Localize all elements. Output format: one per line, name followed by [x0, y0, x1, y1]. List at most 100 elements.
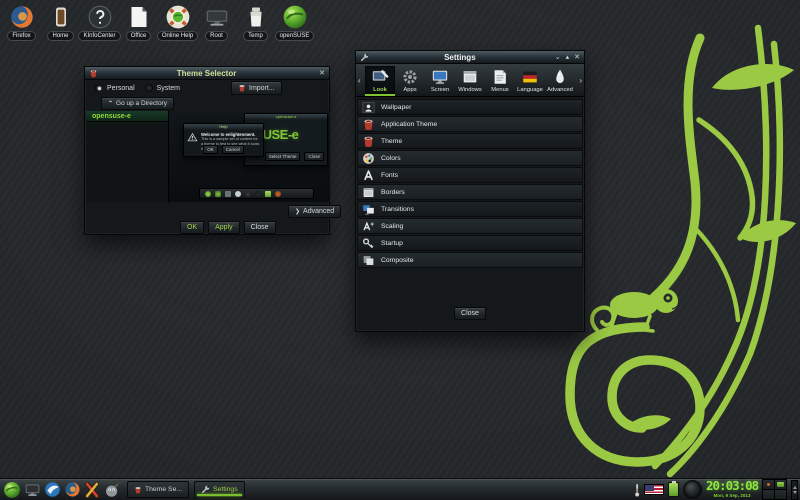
desktop-icon-label: Office: [125, 31, 152, 41]
settings-item-startup[interactable]: Startup: [357, 235, 583, 251]
tab-apps[interactable]: Apps: [395, 66, 425, 96]
keyboard-layout-flag-icon[interactable]: [644, 484, 664, 495]
close-icon[interactable]: ✕: [319, 70, 325, 77]
tab-label: Look: [373, 87, 387, 93]
gimp-launcher-icon[interactable]: [103, 481, 121, 499]
desktop-icon-kinfocenter[interactable]: KInfoCenter: [78, 3, 121, 41]
preview-window-title: opensuse-e: [245, 114, 327, 120]
desktop-pager[interactable]: [762, 479, 787, 500]
battery-icon[interactable]: [668, 481, 679, 497]
tab-language[interactable]: Language: [515, 66, 545, 96]
preview-dialog: Help Welcome to enlightenment. This is a…: [183, 123, 264, 157]
x-window-launcher-icon[interactable]: [83, 481, 101, 499]
scaling-icon: [362, 220, 375, 233]
tab-advanced[interactable]: Advanced: [545, 66, 575, 96]
settings-item-wallpaper[interactable]: Wallpaper: [357, 99, 583, 115]
paint-bucket-icon: [362, 118, 375, 131]
settings-item-label: Transitions: [381, 205, 414, 213]
desktop-icon-home[interactable]: Home: [41, 3, 80, 41]
scroll-left-icon[interactable]: ‹: [358, 76, 361, 85]
mail-launcher-icon[interactable]: [43, 481, 61, 499]
clock[interactable]: 20:03:08 Mon, 9 Sep, 2013: [706, 480, 759, 498]
scroll-right-icon[interactable]: ›: [579, 76, 582, 85]
preview-ok-button[interactable]: OK: [203, 145, 218, 154]
radio-personal[interactable]: [95, 84, 103, 92]
desktop-icon-label: Temp: [243, 31, 268, 41]
taskbar: Theme Se... Settings 20:03:08 Mon, 9 Sep…: [0, 478, 800, 500]
tab-screen[interactable]: Screen: [425, 66, 455, 96]
volume-knob-icon[interactable]: [683, 480, 702, 499]
desktop-icon-firefox[interactable]: Firefox: [2, 3, 41, 41]
desktop-icon-label: Root: [205, 31, 228, 41]
tab-label: Language: [517, 87, 543, 93]
pager-cell[interactable]: [763, 480, 774, 489]
pager-cell[interactable]: [775, 490, 786, 499]
settings-item-colors[interactable]: Colors: [357, 150, 583, 166]
window-border-icon: [362, 186, 375, 199]
tab-look[interactable]: Look: [365, 66, 395, 96]
paint-bucket-icon: [238, 84, 246, 92]
radio-system[interactable]: [144, 84, 153, 92]
pager-cell[interactable]: [763, 490, 774, 499]
maximize-icon[interactable]: ▴: [566, 54, 570, 61]
close-button[interactable]: Close: [243, 221, 276, 234]
theme-preview: opensuse-e nSUSE-e Select Theme Close He…: [169, 111, 330, 202]
theme-list: opensuse-e: [86, 111, 169, 202]
settings-item-scaling[interactable]: Scaling: [357, 218, 583, 234]
settings-item-application-theme[interactable]: Application Theme: [357, 116, 583, 132]
advanced-button[interactable]: ❯ Advanced: [288, 205, 342, 218]
settings-item-fonts[interactable]: Fonts: [357, 167, 583, 183]
desktop-icon-office[interactable]: Office: [119, 3, 158, 41]
menus-icon: [491, 68, 509, 86]
paint-bucket-icon: [134, 486, 142, 494]
desktop-icon-label: Home: [47, 31, 74, 41]
shelf-icon: [255, 190, 261, 197]
start-menu-button[interactable]: [3, 481, 21, 499]
preview-cancel-button[interactable]: Cancel: [221, 145, 244, 154]
computer-launcher-icon[interactable]: [23, 481, 41, 499]
tab-menus[interactable]: Menus: [485, 66, 515, 96]
close-icon[interactable]: ✕: [574, 54, 580, 61]
desktop-icon-opensuse[interactable]: openSUSE: [274, 3, 315, 41]
task-theme-selector[interactable]: Theme Se...: [127, 481, 190, 498]
desktop-icon-temp[interactable]: Temp: [236, 3, 275, 41]
online-help-icon: [164, 3, 191, 30]
ok-button[interactable]: OK: [180, 221, 205, 234]
settings-titlebar[interactable]: Settings ⌄ ▴ ✕: [356, 51, 584, 64]
task-settings[interactable]: Settings: [194, 481, 245, 498]
theme-list-item[interactable]: opensuse-e: [86, 111, 168, 122]
transitions-icon: [362, 203, 375, 216]
apply-button[interactable]: Apply: [208, 221, 240, 234]
theme-selector-titlebar[interactable]: Theme Selector ✕: [85, 67, 329, 80]
desktop-icon-online-help[interactable]: Online Help: [156, 3, 199, 41]
advanced-label: Advanced: [303, 208, 335, 215]
shade-icon[interactable]: ⌄: [555, 54, 561, 61]
settings-item-composite[interactable]: Composite: [357, 252, 583, 268]
theme-selector-window: Theme Selector ✕ Personal System Import.…: [84, 66, 342, 235]
fonts-icon: [362, 169, 375, 182]
settings-close-button[interactable]: Close: [454, 307, 486, 320]
theme-source-radios: Personal System: [95, 84, 180, 92]
settings-toolbar: ‹ Look Apps Screen Windows Menus Languag…: [356, 64, 584, 97]
settings-item-borders[interactable]: Borders: [357, 184, 583, 200]
paint-bucket-icon: [89, 68, 99, 78]
task-label: Theme Se...: [145, 486, 183, 493]
pager-cell[interactable]: [775, 480, 786, 489]
settings-item-label: Fonts: [381, 171, 398, 179]
firefox-launcher-icon[interactable]: [63, 481, 81, 499]
desktop-icon-root[interactable]: Root: [197, 3, 236, 41]
settings-item-label: Scaling: [381, 222, 404, 230]
select-theme-button[interactable]: Select Theme: [264, 152, 301, 161]
settings-item-theme[interactable]: Theme: [357, 133, 583, 149]
radio-system-label: System: [156, 84, 180, 92]
apps-gear-icon: [401, 68, 419, 86]
language-flag-icon: [521, 68, 539, 86]
settings-item-transitions[interactable]: Transitions: [357, 201, 583, 217]
go-up-directory-button[interactable]: ⌃ Go up a Directory: [101, 97, 174, 110]
office-icon: [125, 3, 152, 30]
tray-expander[interactable]: [791, 479, 798, 500]
import-button[interactable]: Import...: [231, 81, 282, 95]
tab-label: Apps: [403, 87, 417, 93]
preview-close-button[interactable]: Close: [304, 152, 324, 161]
tab-windows[interactable]: Windows: [455, 66, 485, 96]
